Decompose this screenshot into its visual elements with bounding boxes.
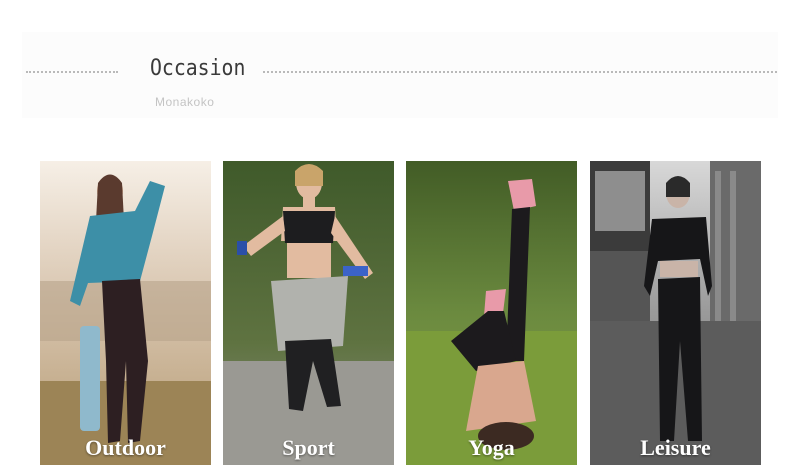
occasion-card-yoga[interactable]: Yoga <box>406 161 577 465</box>
leisure-label: Leisure <box>640 435 711 460</box>
sport-label: Sport <box>282 435 335 460</box>
occasion-card-leisure[interactable]: Leisure <box>590 161 761 465</box>
outdoor-photo <box>40 161 211 465</box>
divider-left <box>26 71 118 73</box>
section-title: Occasion <box>150 56 246 81</box>
yoga-label: Yoga <box>468 435 515 460</box>
sport-photo <box>223 161 394 465</box>
occasion-card-outdoor[interactable]: Outdoor <box>40 161 211 465</box>
outdoor-label: Outdoor <box>85 435 166 460</box>
occasion-card-sport[interactable]: Sport <box>223 161 394 465</box>
divider-right <box>263 71 777 73</box>
yoga-photo <box>406 161 577 465</box>
leisure-photo <box>590 161 761 465</box>
brand-subtitle: Monakoko <box>155 95 215 109</box>
section-header <box>22 32 778 118</box>
